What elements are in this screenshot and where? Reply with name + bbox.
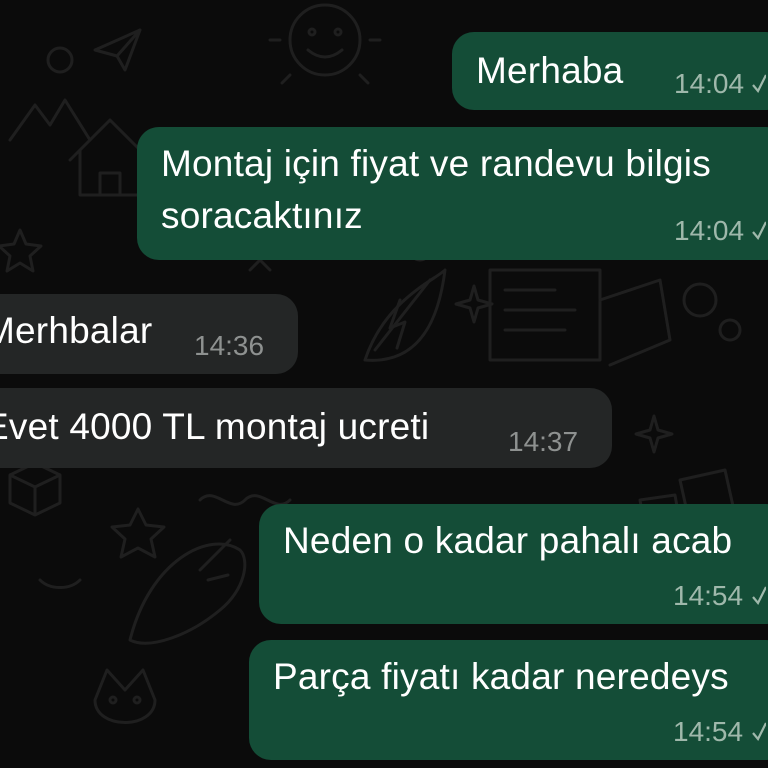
- incoming-message-bubble[interactable]: Merhbalar 14:36: [0, 294, 298, 374]
- message-timestamp: 14:04: [674, 215, 745, 246]
- message-timestamp: 14:37: [508, 426, 579, 457]
- message-text: Parça fiyatı kadar neredeys: [273, 656, 729, 697]
- message-text: Merhbalar: [0, 310, 153, 351]
- outgoing-message-bubble[interactable]: Parça fiyatı kadar neredeys 14:54: [249, 640, 768, 760]
- outgoing-message-bubble[interactable]: Neden o kadar pahalı acab 14:54: [259, 504, 768, 624]
- message-text: Neden o kadar pahalı acab: [283, 520, 733, 561]
- chat-view[interactable]: Merhaba 14:04 Montaj için fiyat ve rande…: [0, 0, 768, 768]
- message-text-line-2: soracaktınız: [161, 195, 363, 236]
- sent-check-icon: [752, 74, 766, 93]
- message-timestamp: 14:54: [673, 716, 744, 747]
- message-text-line-1: Montaj için fiyat ve randevu bilgis: [161, 143, 711, 184]
- sent-check-icon: [752, 221, 766, 240]
- sent-check-icon: [752, 586, 766, 605]
- message-timestamp: 14:54: [673, 580, 744, 611]
- outgoing-message-bubble[interactable]: Merhaba 14:04: [452, 32, 768, 110]
- incoming-message-bubble[interactable]: Evet 4000 TL montaj ucreti 14:37: [0, 388, 612, 468]
- message-text: Evet 4000 TL montaj ucreti: [0, 406, 430, 447]
- message-text: Merhaba: [476, 50, 624, 91]
- sent-check-icon: [752, 722, 766, 741]
- message-timestamp: 14:04: [674, 68, 745, 99]
- message-timestamp: 14:36: [194, 330, 265, 361]
- outgoing-message-bubble[interactable]: Montaj için fiyat ve randevu bilgis sora…: [137, 127, 768, 260]
